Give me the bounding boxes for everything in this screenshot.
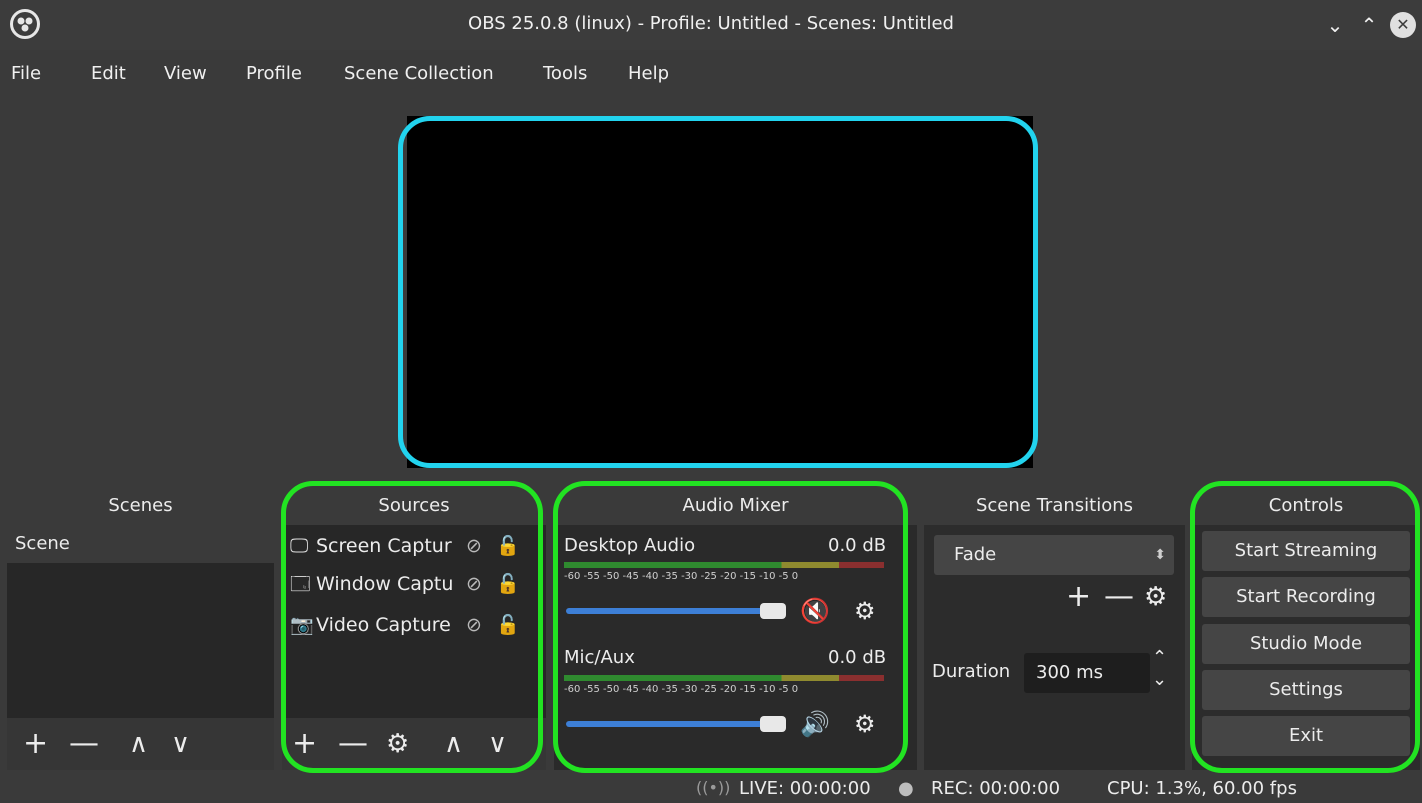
duration-input[interactable]: 300 ms xyxy=(1024,653,1150,693)
preview-canvas[interactable] xyxy=(407,116,1033,468)
remove-source-button[interactable]: — xyxy=(338,726,368,762)
menu-view[interactable]: View xyxy=(164,63,207,84)
menu-edit[interactable]: Edit xyxy=(91,63,126,84)
menu-tools[interactable]: Tools xyxy=(543,63,587,84)
title-bar: OBS 25.0.8 (linux) - Profile: Untitled -… xyxy=(0,0,1422,50)
scenes-dock-title: Scenes xyxy=(7,487,274,525)
scene-transitions-dock: Scene Transitions Fade ⬍ + — ⚙ Duration … xyxy=(924,487,1185,770)
maximize-button[interactable]: ⌃ xyxy=(1356,12,1382,38)
add-scene-button[interactable]: + xyxy=(23,726,48,762)
scenes-dock: Scenes Scene + — ∧ ∨ xyxy=(7,487,274,770)
start-recording-button[interactable]: Start Recording xyxy=(1202,577,1410,617)
move-source-up-button[interactable]: ∧ xyxy=(444,726,463,762)
volume-meter xyxy=(564,675,884,681)
lock-icon[interactable]: 🔓 xyxy=(496,566,526,602)
visibility-toggle-icon[interactable]: ⊘ xyxy=(466,566,496,602)
channel-level: 0.0 dB xyxy=(828,535,887,556)
muted-speaker-icon[interactable]: 🔇 xyxy=(800,597,830,625)
controls-body: Start Streaming Start Recording Studio M… xyxy=(1192,525,1420,770)
minimize-button[interactable]: ⌄ xyxy=(1322,12,1348,38)
start-streaming-button[interactable]: Start Streaming xyxy=(1202,531,1410,571)
move-scene-up-button[interactable]: ∧ xyxy=(129,726,148,762)
select-arrows-icon: ⬍ xyxy=(1154,547,1166,563)
scene-transitions-dock-title: Scene Transitions xyxy=(924,487,1185,525)
volume-meter xyxy=(564,562,884,568)
audio-mixer-dock-title: Audio Mixer xyxy=(554,487,917,525)
duration-spin-down-icon[interactable]: ⌄ xyxy=(1152,671,1167,689)
source-item[interactable]: 📷 Video Capture ⊘ 🔓 xyxy=(290,607,526,643)
remove-transition-button[interactable]: — xyxy=(1104,579,1134,615)
menu-help[interactable]: Help xyxy=(628,63,669,84)
lock-icon[interactable]: 🔓 xyxy=(496,607,526,643)
menu-profile[interactable]: Profile xyxy=(246,63,302,84)
add-source-button[interactable]: + xyxy=(292,726,317,762)
duration-spin-up-icon[interactable]: ⌃ xyxy=(1152,649,1167,667)
menu-file[interactable]: File xyxy=(11,63,41,84)
record-dot-icon: ● xyxy=(898,778,914,799)
duration-label: Duration xyxy=(932,661,1011,682)
scene-transitions-body: Fade ⬍ + — ⚙ Duration 300 ms ⌃ ⌄ xyxy=(924,525,1185,770)
menu-scene-collection[interactable]: Scene Collection xyxy=(344,63,494,84)
status-bar: ((•)) LIVE: 00:00:00 ● REC: 00:00:00 CPU… xyxy=(0,772,1422,803)
studio-mode-button[interactable]: Studio Mode xyxy=(1202,624,1410,664)
controls-dock: Controls Start Streaming Start Recording… xyxy=(1192,487,1420,770)
sources-dock-title: Sources xyxy=(282,487,546,525)
source-properties-gear-icon[interactable]: ⚙ xyxy=(386,726,409,762)
add-transition-button[interactable]: + xyxy=(1066,579,1091,615)
channel-level: 0.0 dB xyxy=(828,647,887,668)
broadcast-icon: ((•)) xyxy=(696,778,731,797)
meter-scale: -60 -55 -50 -45 -40 -35 -30 -25 -20 -15 … xyxy=(564,684,799,695)
volume-slider-track[interactable] xyxy=(566,608,786,614)
transition-select[interactable]: Fade ⬍ xyxy=(934,535,1174,575)
window-icon: 🗔 xyxy=(290,573,311,595)
channel-settings-gear-icon[interactable]: ⚙ xyxy=(854,597,876,625)
channel-settings-gear-icon[interactable]: ⚙ xyxy=(854,710,876,738)
source-item[interactable]: 🖵 Screen Captur ⊘ 🔓 xyxy=(290,528,526,564)
audio-mixer-dock: Audio Mixer Desktop Audio 0.0 dB -60 -55… xyxy=(554,487,917,770)
live-timer: LIVE: 00:00:00 xyxy=(739,778,871,799)
scene-item[interactable]: Scene xyxy=(7,525,274,563)
rec-timer: REC: 00:00:00 xyxy=(931,778,1061,799)
visibility-toggle-icon[interactable]: ⊘ xyxy=(466,607,496,643)
menu-bar: File Edit View Profile Scene Collection … xyxy=(0,50,1422,98)
volume-slider-handle[interactable] xyxy=(760,603,786,619)
camera-icon: 📷 xyxy=(290,614,314,636)
move-source-down-button[interactable]: ∨ xyxy=(488,726,507,762)
monitor-icon: 🖵 xyxy=(290,535,309,557)
remove-scene-button[interactable]: — xyxy=(69,726,99,762)
window-title: OBS 25.0.8 (linux) - Profile: Untitled -… xyxy=(468,13,954,34)
source-item[interactable]: 🗔 Window Captu ⊘ 🔓 xyxy=(290,566,526,602)
sources-toolbar: + — ⚙ ∧ ∨ xyxy=(282,718,546,770)
exit-button[interactable]: Exit xyxy=(1202,716,1410,756)
channel-name: Desktop Audio xyxy=(564,535,696,556)
scenes-toolbar: + — ∧ ∨ xyxy=(7,718,274,770)
sources-dock: Sources 🖵 Screen Captur ⊘ 🔓 🗔 Window Captu ⊘ 🔓… xyxy=(282,487,546,770)
cpu-fps-status: CPU: 1.3%, 60.00 fps xyxy=(1107,778,1297,799)
controls-dock-title: Controls xyxy=(1192,487,1420,525)
settings-button[interactable]: Settings xyxy=(1202,670,1410,710)
speaker-icon[interactable]: 🔊 xyxy=(800,710,830,738)
channel-name: Mic/Aux xyxy=(564,647,635,668)
volume-slider-handle[interactable] xyxy=(760,716,786,732)
volume-slider-track[interactable] xyxy=(566,721,786,727)
move-scene-down-button[interactable]: ∨ xyxy=(171,726,190,762)
transition-properties-gear-icon[interactable]: ⚙ xyxy=(1144,579,1167,615)
visibility-toggle-icon[interactable]: ⊘ xyxy=(466,528,496,564)
meter-scale: -60 -55 -50 -45 -40 -35 -30 -25 -20 -15 … xyxy=(564,571,799,582)
lock-icon[interactable]: 🔓 xyxy=(496,528,526,564)
audio-mixer-body: Desktop Audio 0.0 dB -60 -55 -50 -45 -40… xyxy=(554,525,917,770)
close-button[interactable]: ✕ xyxy=(1390,12,1416,38)
